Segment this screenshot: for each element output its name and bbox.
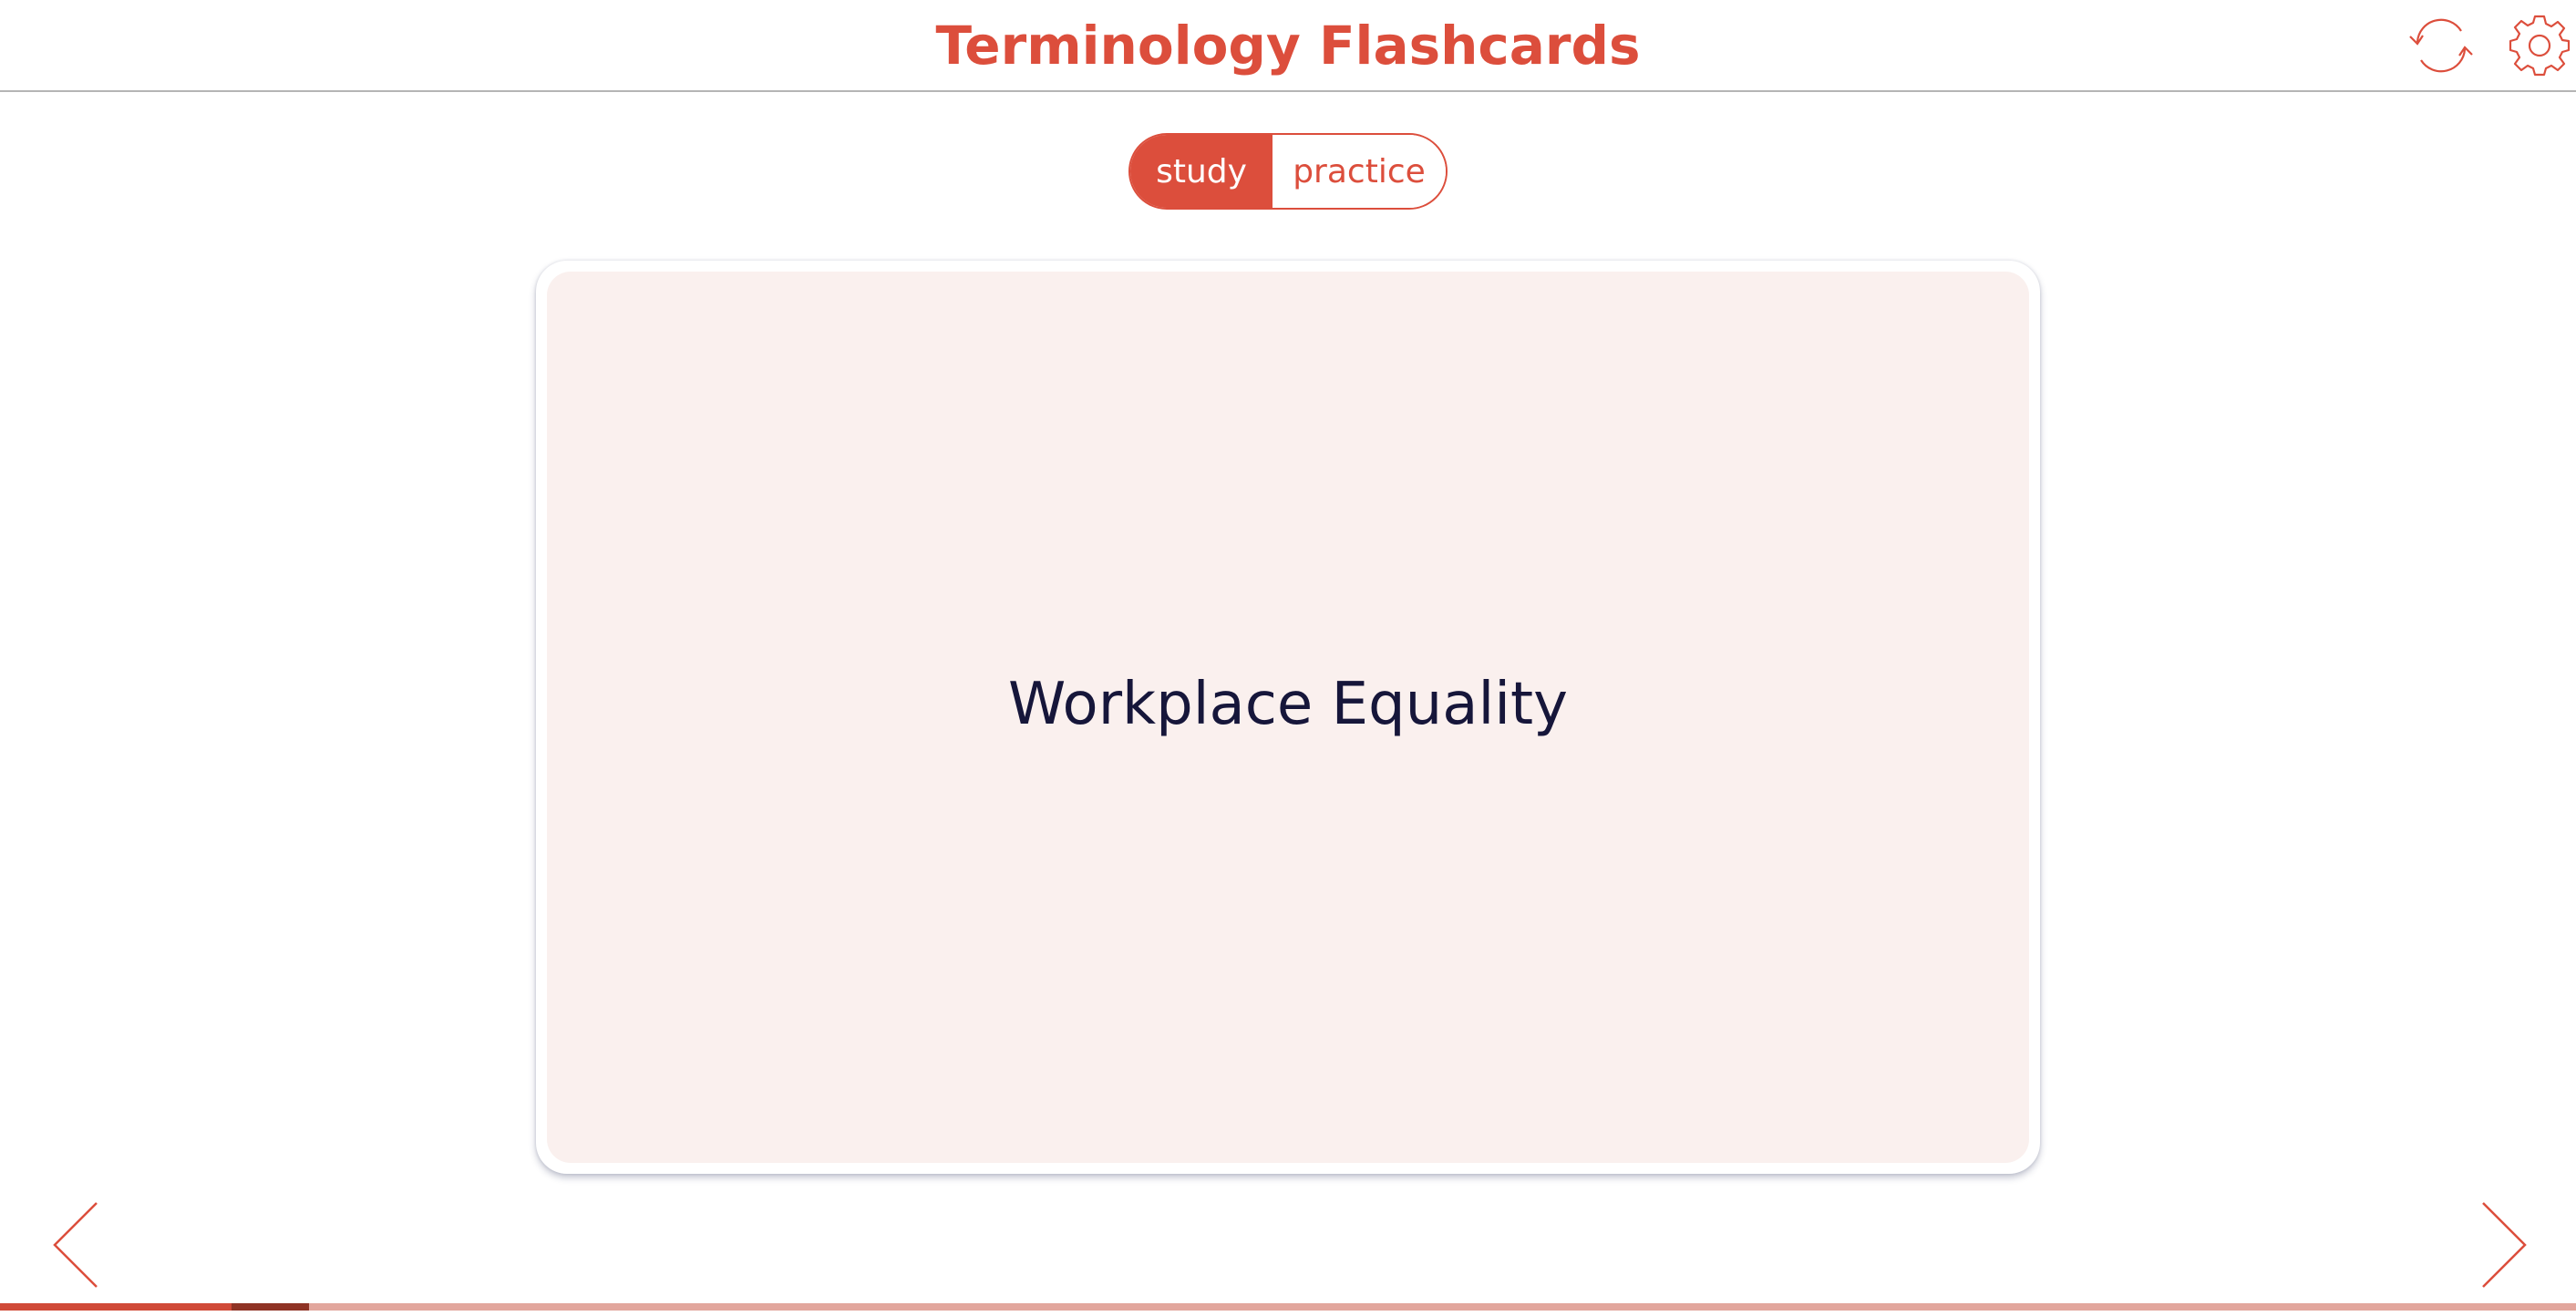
progress-current-segment [232,1303,309,1311]
page-title: Terminology Flashcards [935,15,1641,77]
gear-icon [2509,15,2571,77]
chevron-right-icon [2482,1202,2527,1288]
flashcard[interactable]: Workplace Equality [536,261,2040,1174]
progress-completed [0,1303,232,1311]
previous-card-button[interactable] [49,1199,104,1290]
practice-toggle-button[interactable]: practice [1273,135,1446,208]
next-card-button[interactable] [2476,1199,2530,1290]
refresh-icon [2409,18,2473,73]
progress-bar [0,1303,2576,1311]
header-bar: Terminology Flashcards [0,0,2576,92]
study-toggle-button[interactable]: study [1130,135,1273,208]
flashcard-term: Workplace Equality [1008,671,1568,738]
chevron-left-icon [53,1202,98,1288]
flashcard-face: Workplace Equality [547,272,2029,1163]
refresh-button[interactable] [2406,11,2476,80]
mode-toggle: study practice [1128,133,1448,210]
settings-button[interactable] [2505,11,2574,80]
